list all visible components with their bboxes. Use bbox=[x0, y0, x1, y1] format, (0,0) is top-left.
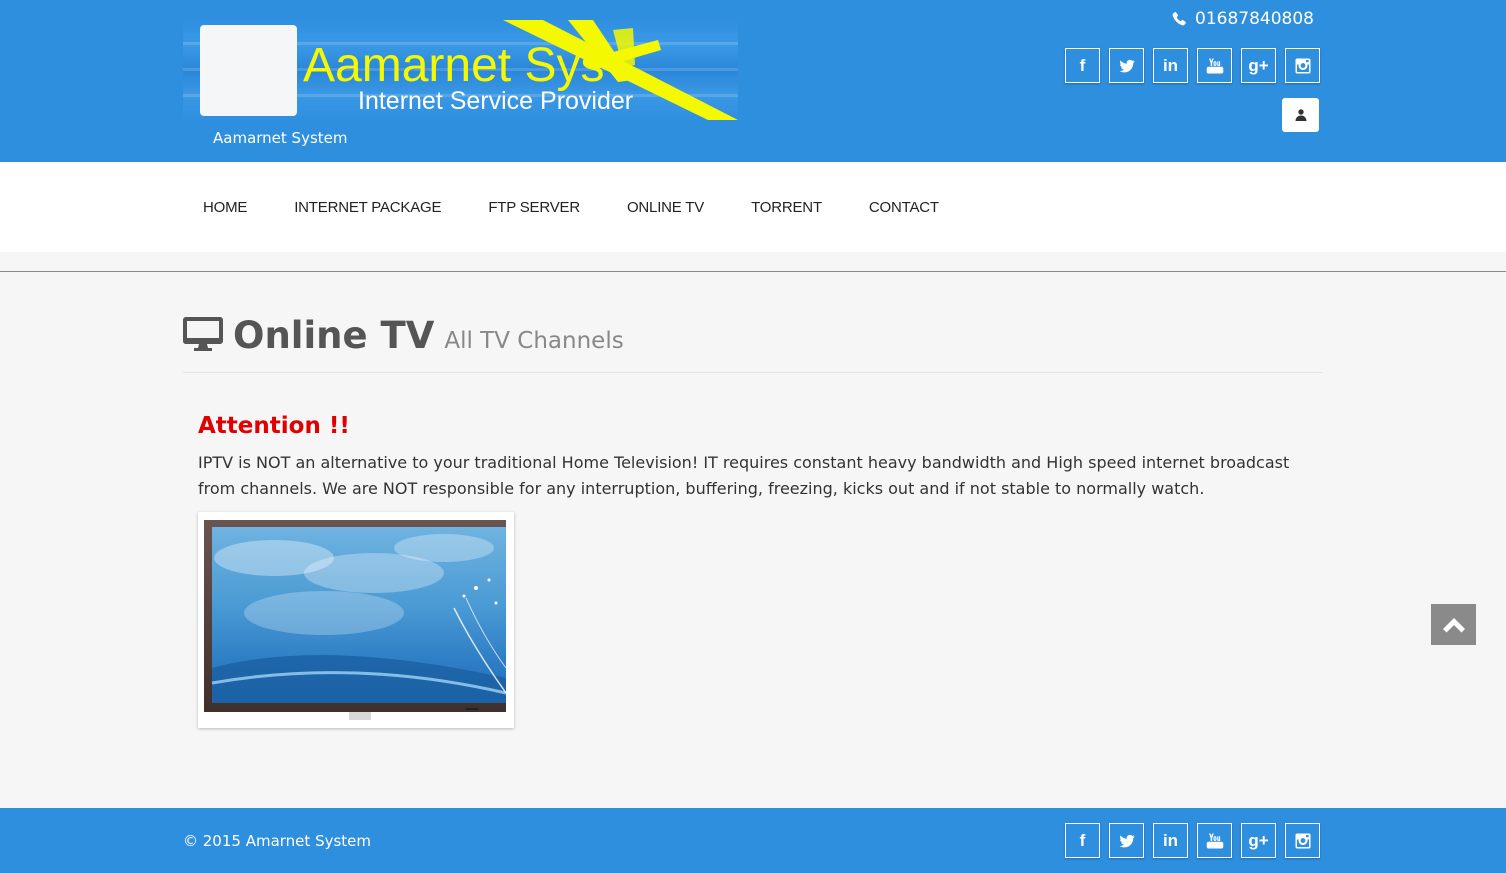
linkedin-icon: in bbox=[1162, 830, 1179, 850]
page-subtitle: All TV Channels bbox=[444, 328, 624, 354]
nav-item-internet-package[interactable]: INTERNET PACKAGE bbox=[294, 199, 441, 217]
user-icon bbox=[1295, 109, 1306, 121]
chevron-up-icon bbox=[1442, 617, 1465, 632]
footer-facebook-button[interactable]: f bbox=[1065, 823, 1100, 858]
google-plus-icon: g+ bbox=[1248, 830, 1269, 850]
google-plus-button[interactable]: g+ bbox=[1241, 48, 1276, 83]
twitter-button[interactable] bbox=[1109, 48, 1144, 83]
linkedin-button[interactable]: in bbox=[1153, 48, 1188, 83]
logo-subtitle: Internet Service Provider bbox=[358, 87, 634, 115]
iptv-notice: IPTV is NOT an alternative to your tradi… bbox=[198, 453, 1290, 498]
online-tv-image-link[interactable] bbox=[198, 512, 514, 728]
copyright-text: © 2015 Amarnet System bbox=[183, 832, 371, 850]
instagram-icon bbox=[1295, 833, 1310, 848]
instagram-button[interactable] bbox=[1285, 48, 1320, 83]
nav-divider bbox=[0, 271, 1506, 272]
desktop-monitor-icon bbox=[183, 317, 223, 351]
header-social-links: f in g+ bbox=[1065, 48, 1320, 83]
nav-item-torrent[interactable]: TORRENT bbox=[751, 199, 822, 217]
nav-item-online-tv[interactable]: ONLINE TV bbox=[627, 199, 704, 217]
youtube-icon bbox=[1206, 58, 1223, 73]
footer-youtube-button[interactable] bbox=[1197, 823, 1232, 858]
google-plus-icon: g+ bbox=[1248, 55, 1269, 75]
attention-heading: Attention !! bbox=[198, 413, 350, 439]
footer-social-links: f in g+ bbox=[1065, 823, 1320, 858]
nav-item-ftp-server[interactable]: FTP SERVER bbox=[488, 199, 580, 217]
phone-number: 01687840808 bbox=[1195, 9, 1314, 29]
phone-contact: 01687840808 bbox=[1171, 7, 1314, 31]
twitter-icon bbox=[1119, 834, 1135, 847]
twitter-icon bbox=[1119, 59, 1135, 72]
phone-icon bbox=[1172, 11, 1186, 26]
tv-screen-image bbox=[204, 520, 506, 720]
footer-google-plus-button[interactable]: g+ bbox=[1241, 823, 1276, 858]
facebook-icon: f bbox=[1079, 55, 1086, 75]
footer-linkedin-button[interactable]: in bbox=[1153, 823, 1188, 858]
user-login-button[interactable] bbox=[1282, 98, 1319, 132]
nav-item-contact[interactable]: CONTACT bbox=[869, 199, 939, 217]
linkedin-icon: in bbox=[1162, 55, 1179, 75]
facebook-icon: f bbox=[1079, 830, 1086, 850]
footer-instagram-button[interactable] bbox=[1285, 823, 1320, 858]
site-logo[interactable]: Aamarnet Sys Internet Service Provider bbox=[183, 20, 738, 120]
facebook-button[interactable]: f bbox=[1065, 48, 1100, 83]
main-navigation: HOME INTERNET PACKAGE FTP SERVER ONLINE … bbox=[0, 162, 1506, 252]
instagram-icon bbox=[1295, 58, 1310, 73]
title-divider bbox=[183, 372, 1323, 373]
footer-twitter-button[interactable] bbox=[1109, 823, 1144, 858]
page-title-text: Online TV bbox=[233, 314, 435, 357]
site-name: Aamarnet System bbox=[213, 129, 348, 147]
nav-item-home[interactable]: HOME bbox=[203, 199, 247, 217]
youtube-button[interactable] bbox=[1197, 48, 1232, 83]
youtube-icon bbox=[1206, 833, 1223, 848]
logo-emblem bbox=[200, 25, 297, 116]
scroll-to-top-button[interactable] bbox=[1431, 604, 1476, 645]
page-title: Online TV All TV Channels bbox=[183, 312, 624, 358]
